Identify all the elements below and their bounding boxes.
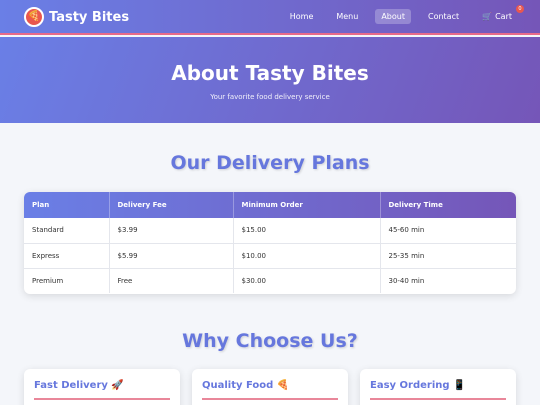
feature-title: Easy Ordering 📱 <box>370 380 466 391</box>
top-navbar: 🍕 Tasty Bites Home Menu About Contact 🛒 … <box>0 0 540 35</box>
table-cell: Standard <box>24 218 110 244</box>
table-cell: $15.00 <box>233 218 381 244</box>
table-cell: $10.00 <box>233 243 381 269</box>
nav-link-menu[interactable]: Menu <box>330 9 364 24</box>
column-header-delivery-fee: Delivery Fee <box>109 192 234 218</box>
nav-link-contact[interactable]: Contact <box>422 9 465 24</box>
feature-title: Fast Delivery 🚀 <box>34 380 124 391</box>
table-cell: Free <box>109 268 234 293</box>
hero-title: About Tasty Bites <box>171 61 369 85</box>
table-cell: Express <box>24 243 110 269</box>
cart-label: Cart <box>495 12 512 21</box>
column-header-delivery-time: Delivery Time <box>388 201 443 209</box>
feature-card-easy-ordering: Easy Ordering 📱 <box>360 369 516 405</box>
feature-divider <box>370 398 506 400</box>
table-cell: $3.99 <box>109 218 234 244</box>
column-header-minimum-order: Minimum Order <box>233 192 381 218</box>
table-cell: Premium <box>24 268 110 293</box>
table-row: Express $5.99 $10.00 25-35 min <box>24 243 516 269</box>
table-cell: $5.99 <box>109 243 234 269</box>
table-cell: 25-35 min <box>380 243 516 269</box>
features-row: Fast Delivery 🚀 Quality Food 🍕 Easy Orde… <box>24 369 516 405</box>
nav-links: Home Menu About Contact 🛒 Cart 0 <box>273 5 524 24</box>
pizza-icon: 🍕 <box>24 7 44 27</box>
delivery-plans-table: Plan Delivery Fee Minimum Order Delivery… <box>24 192 516 294</box>
table-header-row: Plan Delivery Fee Minimum Order Delivery… <box>24 192 516 218</box>
nav-link-cart[interactable]: 🛒 Cart 0 <box>476 5 524 24</box>
brand-name: Tasty Bites <box>49 9 130 25</box>
table-cell: 45-60 min <box>380 218 516 244</box>
table-cell: $30.00 <box>233 268 381 293</box>
feature-card-fast-delivery: Fast Delivery 🚀 <box>24 369 180 405</box>
delivery-plans-heading: Our Delivery Plans <box>170 152 370 174</box>
column-header-plan: Plan <box>24 192 110 218</box>
feature-divider <box>202 398 338 400</box>
feature-card-quality-food: Quality Food 🍕 <box>192 369 348 405</box>
feature-title: Quality Food 🍕 <box>202 380 290 391</box>
brand-logo[interactable]: 🍕 Tasty Bites <box>24 7 129 27</box>
cart-icon: 🛒 <box>482 12 493 21</box>
table-cell: 30-40 min <box>388 276 425 285</box>
table-row: Standard $3.99 $15.00 45-60 min <box>24 218 516 244</box>
feature-divider <box>34 398 170 400</box>
cart-count-badge: 0 <box>516 5 524 13</box>
nav-link-home[interactable]: Home <box>284 9 320 24</box>
hero-banner: About Tasty Bites Your favorite food del… <box>0 37 540 123</box>
hero-subtitle: Your favorite food delivery service <box>210 93 330 101</box>
why-choose-us-heading: Why Choose Us? <box>182 330 358 352</box>
nav-link-about[interactable]: About <box>375 9 411 24</box>
table-row: Premium Free $30.00 30-40 min <box>24 268 516 293</box>
